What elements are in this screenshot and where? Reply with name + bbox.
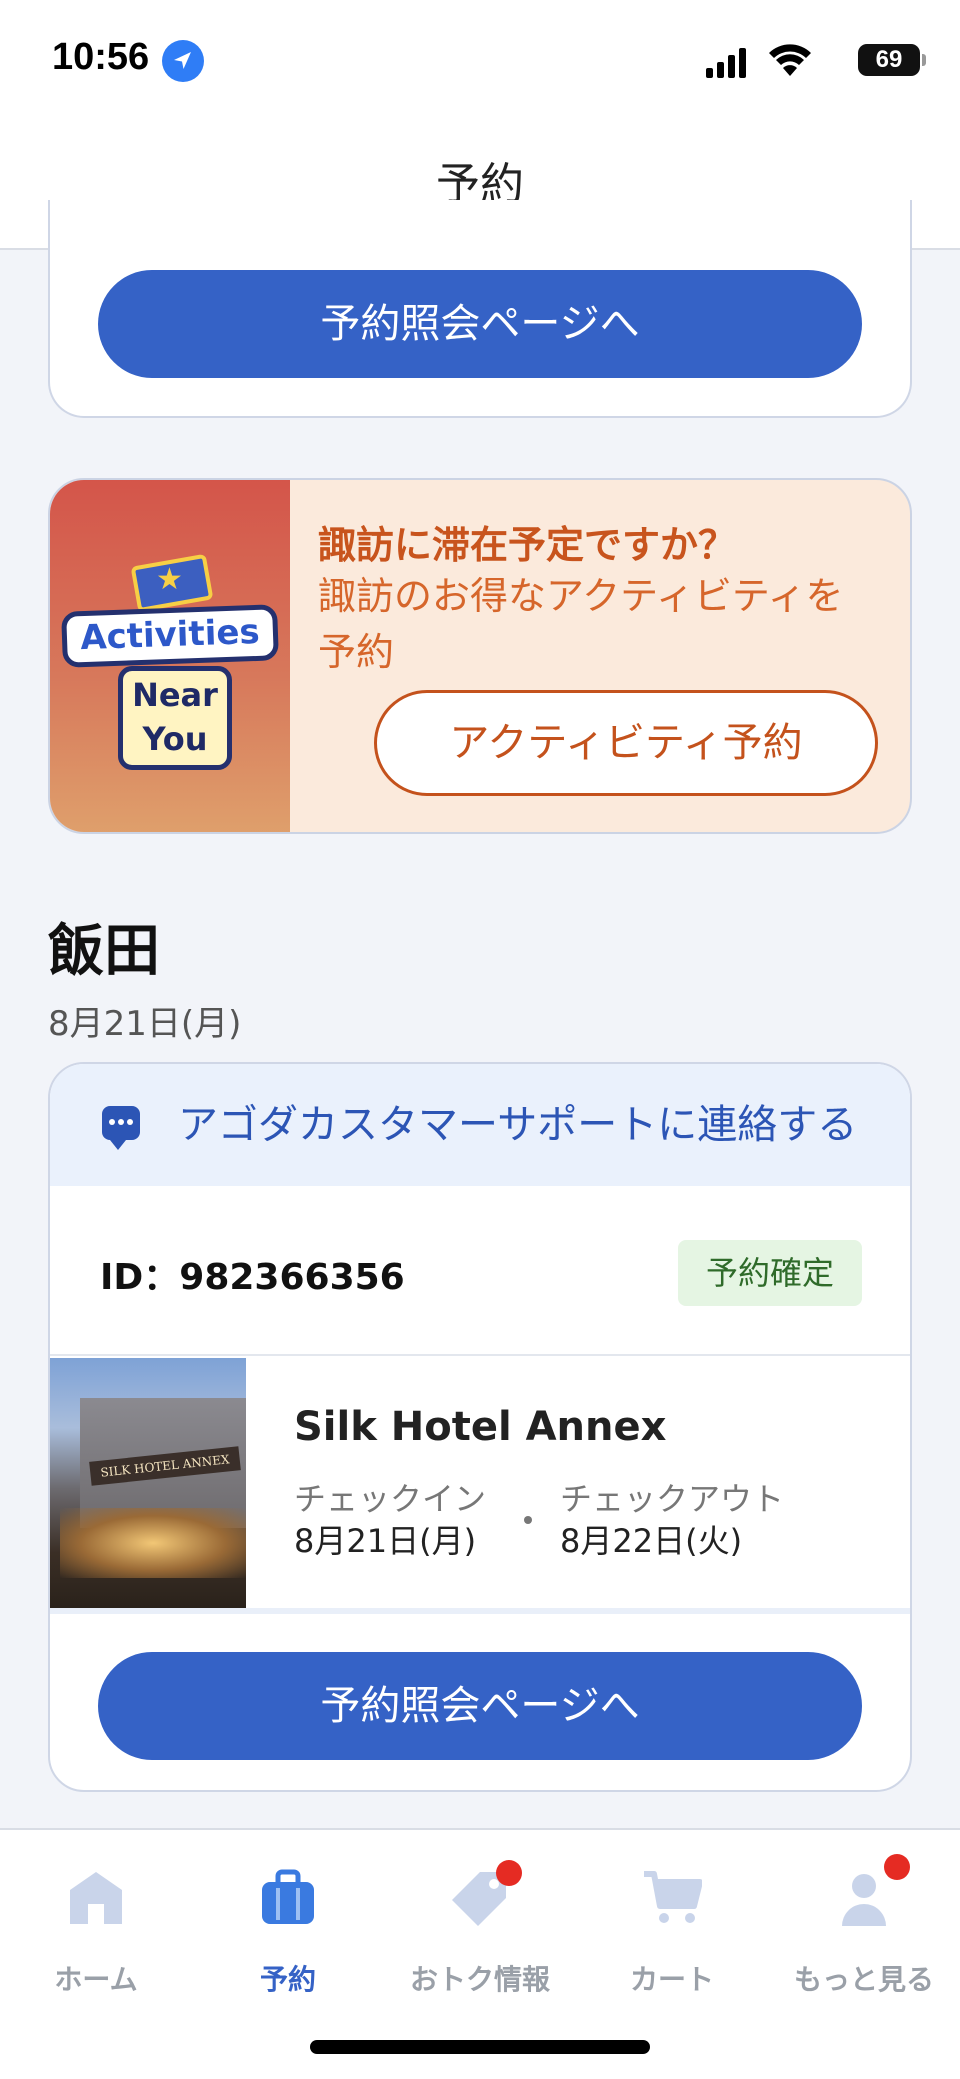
activities-logo-text: Activities bbox=[61, 604, 279, 668]
cart-icon bbox=[642, 1868, 703, 1928]
status-time: 10:56 bbox=[52, 36, 150, 78]
location-arrow-icon bbox=[162, 40, 204, 82]
hotel-photo[interactable]: SILK HOTEL ANNEX bbox=[50, 1358, 246, 1608]
you-word: You bbox=[142, 720, 208, 758]
check-out-label: チェックアウト bbox=[560, 1480, 785, 1518]
date-separator-dot bbox=[524, 1516, 532, 1524]
tab-label: おトク情報 bbox=[409, 1963, 550, 1996]
tab-bookings[interactable]: 予約 bbox=[192, 1830, 384, 2000]
tab-home[interactable]: ホーム bbox=[0, 1830, 192, 2000]
user-icon bbox=[834, 1868, 894, 1928]
star-icon: ★ bbox=[156, 562, 183, 597]
notification-dot bbox=[496, 1860, 522, 1886]
tab-cart[interactable]: カート bbox=[576, 1830, 768, 2000]
home-indicator[interactable] bbox=[310, 2040, 650, 2054]
notification-dot bbox=[884, 1854, 910, 1880]
previous-booking-card: 予約照会ページへ bbox=[48, 200, 912, 418]
chat-bubble-icon bbox=[102, 1106, 140, 1150]
book-activity-button[interactable]: アクティビティ予約 bbox=[374, 690, 878, 796]
banner-subtitle: 諏訪のお得なアクティビティを 予約 bbox=[318, 568, 888, 680]
city-heading: 飯田 bbox=[48, 919, 160, 984]
check-in-label: チェックイン bbox=[294, 1480, 487, 1518]
tab-more[interactable]: もっと見る bbox=[768, 1830, 960, 2000]
near-you-logo-text: Near You bbox=[118, 666, 232, 770]
city-date: 8月21日(月) bbox=[48, 1004, 242, 1044]
briefcase-icon bbox=[258, 1868, 318, 1928]
hotel-entrance-lights bbox=[60, 1508, 246, 1578]
tab-label: 予約 bbox=[259, 1963, 316, 1996]
section-separator bbox=[50, 1608, 910, 1614]
status-badge: 予約確定 bbox=[678, 1240, 862, 1306]
tab-label: ホーム bbox=[54, 1963, 138, 1996]
booking-card: アゴダカスタマーサポートに連絡する ID：982366356 予約確定 SILK… bbox=[48, 1062, 912, 1792]
tab-label: もっと見る bbox=[793, 1963, 934, 1996]
booking-id: ID：982366356 bbox=[100, 1257, 405, 1298]
home-icon bbox=[66, 1868, 126, 1928]
tab-deals[interactable]: おトク情報 bbox=[384, 1830, 576, 2000]
view-booking-button[interactable]: 予約照会ページへ bbox=[98, 1652, 862, 1760]
activities-near-you-image: ★ Activities Near You bbox=[50, 480, 290, 832]
divider bbox=[50, 1354, 910, 1356]
wifi-icon bbox=[768, 42, 812, 78]
contact-support-bar[interactable]: アゴダカスタマーサポートに連絡する bbox=[50, 1064, 910, 1186]
banner-subtitle-line1: 諏訪のお得なアクティビティを bbox=[318, 574, 844, 618]
hotel-name[interactable]: Silk Hotel Annex bbox=[294, 1404, 666, 1450]
activities-banner[interactable]: ★ Activities Near You 諏訪に滞在予定ですか？ 諏訪のお得な… bbox=[48, 478, 912, 834]
near-word: Near bbox=[132, 676, 218, 714]
status-bar: 10:56 69 bbox=[0, 0, 960, 120]
contact-support-link[interactable]: アゴダカスタマーサポートに連絡する bbox=[178, 1064, 857, 1186]
check-in-date: 8月21日(月) bbox=[294, 1522, 477, 1560]
view-booking-button[interactable]: 予約照会ページへ bbox=[98, 270, 862, 378]
battery-icon: 69 bbox=[858, 44, 926, 76]
banner-subtitle-line2: 予約 bbox=[318, 630, 395, 674]
check-out-date: 8月22日(火) bbox=[560, 1522, 743, 1560]
banner-title: 諏訪に滞在予定ですか？ bbox=[318, 523, 737, 567]
tab-label: カート bbox=[629, 1963, 714, 1996]
cellular-signal-icon bbox=[706, 46, 750, 78]
